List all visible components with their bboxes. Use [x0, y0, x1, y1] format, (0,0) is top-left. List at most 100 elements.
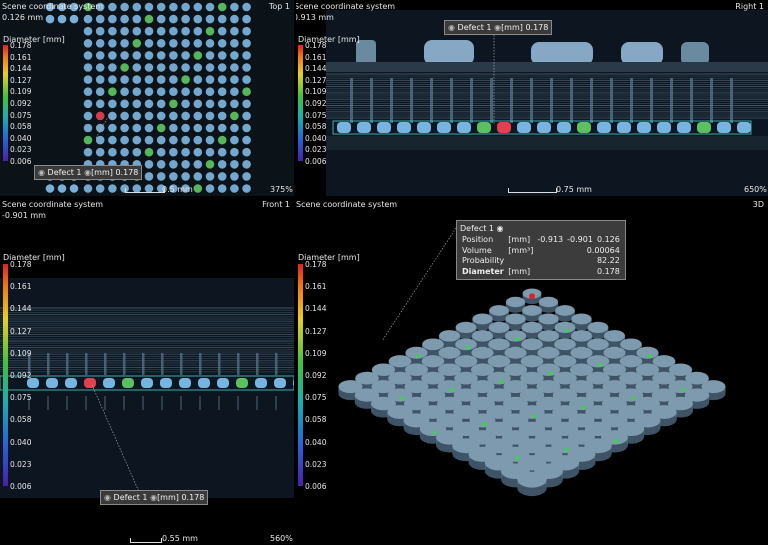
legend-tick-label: 0.075	[305, 110, 327, 120]
solder-ball	[83, 51, 93, 60]
top-view-panel[interactable]: Scene coordinate system 0.126 mm Top 1 D…	[0, 0, 294, 196]
solder-ball	[181, 99, 190, 109]
solder-ball	[181, 2, 190, 12]
solder-ball	[169, 111, 178, 121]
solder-ball	[69, 14, 79, 24]
solder-ball	[230, 184, 239, 193]
via	[430, 78, 433, 123]
solder-ball	[242, 63, 251, 72]
solder-ball	[377, 122, 391, 133]
solder-ball	[242, 135, 251, 145]
void-marker	[647, 353, 652, 358]
ball-top	[504, 346, 527, 359]
ball-top	[537, 330, 560, 342]
solder-ball	[337, 122, 351, 133]
solder-ball	[230, 147, 239, 157]
solder-ball	[537, 122, 551, 133]
solder-ball	[120, 75, 129, 84]
solder-ball	[637, 122, 651, 133]
front-defect-callout[interactable]: ◉ Defect 1 ◉[mm] 0.178	[100, 490, 209, 505]
right-coord-system: Scene coordinate system	[296, 2, 396, 11]
solder-ball	[122, 378, 134, 388]
front-view-panel[interactable]: Scene coordinate system -0.901 mm Front …	[0, 198, 294, 545]
solder-ball	[108, 63, 117, 72]
ball-top	[521, 338, 543, 351]
right-zoom: 650%	[744, 185, 767, 194]
solder-ball	[230, 123, 239, 133]
defect-label: Defect 1	[457, 23, 492, 32]
camera-icon: ◉	[496, 224, 504, 233]
via	[256, 396, 258, 410]
solder-ball	[205, 135, 215, 145]
solder-ball	[144, 123, 154, 133]
defect-value: 0.178	[525, 23, 549, 32]
solder-ball	[242, 147, 251, 157]
info-label: Probability	[462, 256, 505, 265]
ball-top	[571, 313, 592, 325]
legend-tick-label: 0.040	[305, 437, 327, 447]
solder-ball	[181, 111, 190, 121]
via	[237, 353, 240, 375]
solder-ball	[108, 75, 117, 84]
right-view-panel[interactable]: Top 1 Scene coordinate system -0.913 mm …	[296, 0, 768, 196]
solder-ball	[144, 39, 154, 48]
solder-ball	[517, 122, 531, 133]
via	[570, 78, 573, 123]
solder-ball	[181, 87, 190, 96]
info-row-position: Position [mm] -0.913 -0.901 0.126	[460, 235, 622, 246]
camera-icon: ◉	[448, 23, 455, 32]
solder-ball	[169, 123, 178, 133]
defect-unit: [mm]	[157, 493, 179, 502]
solder-ball	[274, 378, 286, 388]
solder-ball	[217, 87, 227, 96]
camera-icon: ◉	[150, 493, 158, 502]
solder-ball	[83, 14, 93, 24]
via	[104, 353, 107, 375]
info-label: Volume	[462, 245, 492, 255]
solder-ball	[230, 26, 239, 36]
solder-ball	[95, 184, 105, 193]
via	[85, 396, 87, 410]
solder-ball	[242, 26, 251, 36]
solder-ball	[242, 87, 251, 96]
info-unit: [mm]	[508, 235, 531, 244]
solder-ball	[242, 51, 251, 60]
ball-top	[488, 338, 510, 351]
solder-ball	[83, 26, 93, 36]
solder-ball	[57, 14, 67, 24]
solder-ball	[144, 172, 154, 181]
info-value: 0.126	[596, 235, 620, 244]
3d-coord-system: Scene coordinate system	[296, 200, 398, 209]
via	[142, 353, 145, 375]
solder-ball	[230, 172, 239, 181]
legend-tick-label: 0.058	[10, 122, 32, 132]
solder-ball	[205, 2, 215, 12]
solder-ball	[95, 147, 105, 157]
via	[123, 396, 125, 410]
solder-ball	[193, 135, 203, 145]
solder-ball	[193, 14, 203, 24]
3d-view-panel[interactable]: Scene coordinate system 3D Diameter [mm]…	[296, 198, 768, 545]
solder-ball	[205, 111, 215, 121]
solder-ball	[132, 99, 142, 109]
via	[237, 396, 239, 410]
solder-ball	[65, 378, 77, 388]
via	[161, 396, 163, 410]
right-defect-callout[interactable]: ◉ Defect 1 ◉[mm] 0.178	[444, 20, 553, 35]
via	[199, 353, 202, 375]
void-marker	[565, 328, 569, 333]
solder-ball	[193, 123, 203, 133]
defect-label: Defect 1	[47, 168, 82, 177]
ball-top	[471, 346, 494, 359]
ball-top	[505, 296, 526, 308]
ball-top	[487, 355, 511, 368]
solder-ball	[95, 135, 105, 145]
solder-ball	[156, 75, 166, 84]
defect-info-panel[interactable]: Defect 1 ◉ Position [mm] -0.913 -0.901 0…	[456, 220, 626, 280]
ball-top	[455, 321, 477, 333]
void-marker	[565, 447, 569, 452]
void-marker	[631, 396, 635, 401]
solder-ball	[217, 135, 227, 145]
top-defect-callout[interactable]: ◉ Defect 1 ◉[mm] 0.178	[34, 165, 143, 180]
info-label: Position	[462, 235, 494, 244]
